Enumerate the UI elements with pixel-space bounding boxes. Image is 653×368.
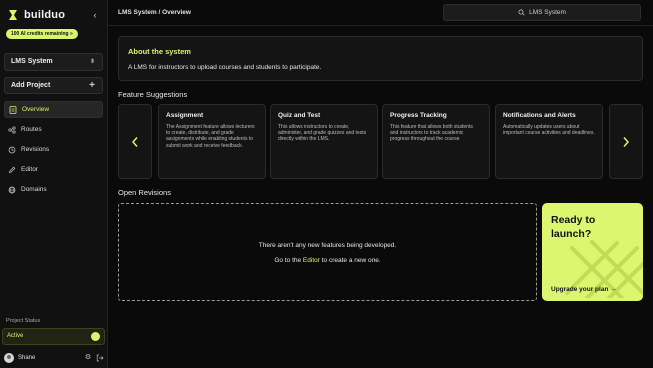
feature-description: This allows instructors to create, admin…	[278, 124, 367, 143]
about-system-panel: About the system A LMS for instructors t…	[118, 36, 643, 81]
chevron-right-icon	[623, 136, 630, 147]
feature-card[interactable]: Quiz and Test This allows instructors to…	[270, 104, 378, 179]
sidebar: builduo ‹ 100 AI credits remaining » LMS…	[0, 0, 108, 368]
sidebar-nav: Overview Routes Revisions Editor Domains	[4, 101, 103, 201]
project-selector[interactable]: LMS System ⬍	[4, 53, 103, 71]
top-bar: LMS System / Overview LMS System	[108, 0, 653, 26]
empty-state-message: There aren't any new features being deve…	[258, 242, 397, 249]
routes-icon	[8, 125, 16, 134]
sidebar-item-label: Editor	[21, 166, 38, 173]
project-status-value: Active	[7, 333, 24, 339]
overview-icon	[9, 105, 17, 114]
about-description: A LMS for instructors to upload courses …	[128, 64, 322, 71]
logout-icon[interactable]	[96, 354, 104, 362]
cta-suffix: to create a new one.	[321, 257, 381, 264]
sidebar-item-domains[interactable]: Domains	[4, 181, 103, 198]
builduo-logo-icon	[9, 10, 17, 20]
chevron-updown-icon: ⬍	[89, 59, 95, 65]
avatar[interactable]	[4, 353, 14, 363]
empty-state-cta: Go to the Editor to create a new one.	[119, 257, 536, 264]
feature-suggestions-heading: Feature Suggestions	[118, 90, 188, 99]
search-input[interactable]: LMS System	[443, 4, 641, 21]
about-title: About the system	[128, 47, 191, 56]
sidebar-item-label: Revisions	[21, 146, 50, 153]
editor-link[interactable]: Editor	[303, 257, 320, 264]
plus-icon: +	[89, 80, 95, 91]
gear-icon[interactable]: ⚙	[84, 354, 92, 362]
status-dot-icon	[91, 332, 100, 341]
feature-card[interactable]: Notifications and Alerts Automatically u…	[495, 104, 603, 179]
add-project-button[interactable]: Add Project +	[4, 77, 103, 94]
project-status-toggle[interactable]: Active	[2, 328, 105, 345]
sidebar-item-label: Overview	[22, 106, 50, 113]
editor-icon	[8, 166, 16, 173]
feature-title: Quiz and Test	[278, 112, 321, 119]
project-status-label: Project Status	[6, 318, 41, 324]
feature-title: Notifications and Alerts	[503, 112, 576, 119]
cta-prefix: Go to the	[274, 257, 302, 264]
feature-description: The Assignment feature allows lecturers …	[166, 124, 255, 149]
brand-name: builduo	[24, 9, 66, 21]
sidebar-item-editor[interactable]: Editor	[4, 161, 103, 178]
sidebar-item-label: Routes	[21, 126, 42, 133]
carousel-next-button[interactable]	[609, 104, 643, 179]
breadcrumb: LMS System / Overview	[118, 9, 191, 16]
feature-title: Progress Tracking	[390, 112, 447, 119]
project-selector-label: LMS System	[11, 58, 53, 65]
feature-card[interactable]: Assignment The Assignment feature allows…	[158, 104, 266, 179]
feature-description: Automatically updates users about import…	[503, 124, 595, 137]
feature-card[interactable]: Progress Tracking This feature that allo…	[382, 104, 490, 179]
sidebar-item-overview[interactable]: Overview	[4, 101, 103, 118]
upgrade-card[interactable]: Ready to launch? Upgrade your plan →	[542, 203, 643, 301]
carousel-prev-button[interactable]	[118, 104, 152, 179]
upgrade-plan-link[interactable]: Upgrade your plan →	[551, 286, 617, 293]
revisions-icon	[8, 146, 16, 153]
feature-title: Assignment	[166, 112, 204, 119]
search-icon	[518, 9, 525, 16]
chevron-left-icon	[131, 136, 138, 147]
collapse-sidebar-icon[interactable]: ‹	[90, 10, 100, 20]
feature-description: This feature that allows both students a…	[390, 124, 473, 143]
sidebar-item-label: Domains	[21, 186, 47, 193]
main-content: LMS System / Overview LMS System About t…	[108, 0, 653, 368]
user-profile: Shane ⚙	[4, 352, 104, 364]
ai-credits-badge[interactable]: 100 AI credits remaining »	[6, 29, 78, 39]
open-revisions-empty-state: There aren't any new features being deve…	[118, 203, 537, 301]
launch-title: Ready to launch?	[551, 214, 596, 240]
user-name: Shane	[18, 355, 36, 361]
sidebar-item-revisions[interactable]: Revisions	[4, 141, 103, 158]
globe-icon	[8, 186, 16, 193]
add-project-label: Add Project	[11, 82, 51, 89]
open-revisions-heading: Open Revisions	[118, 188, 171, 197]
sidebar-item-routes[interactable]: Routes	[4, 121, 103, 138]
search-value: LMS System	[529, 9, 566, 16]
brand-logo[interactable]: builduo	[8, 9, 65, 21]
